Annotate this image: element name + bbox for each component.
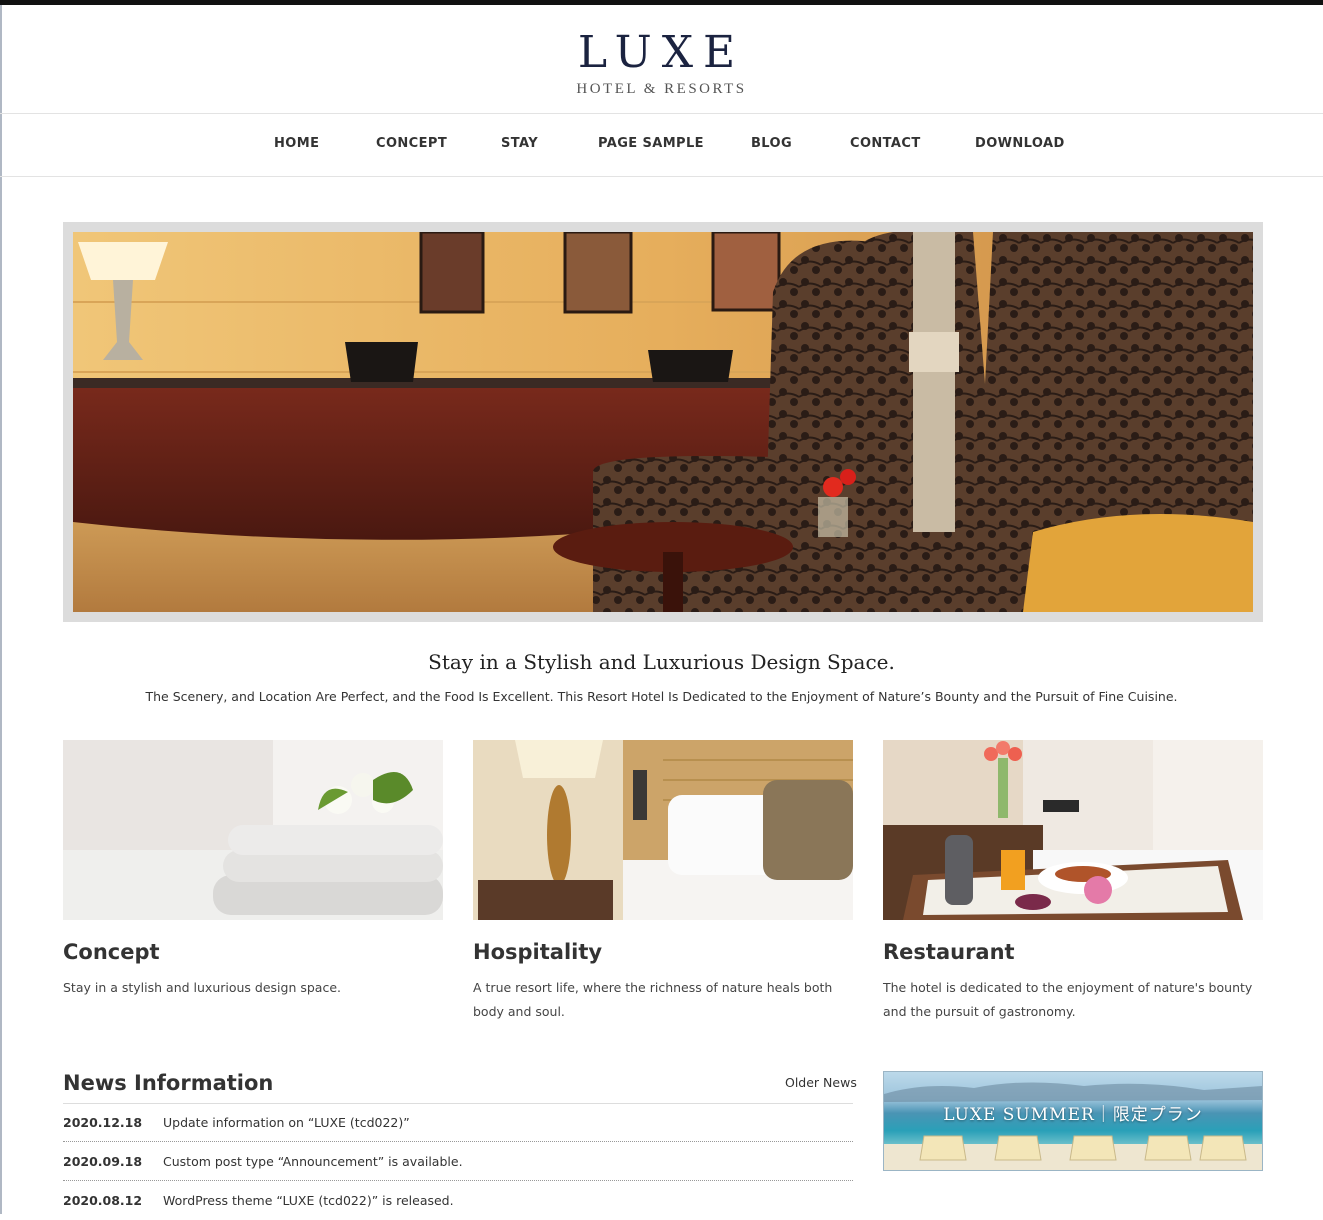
logo-main-text[interactable]: LUXE xyxy=(0,29,1323,77)
logo-sub-text[interactable]: HOTEL & RESORTS xyxy=(0,81,1323,98)
nav-page-sample[interactable]: PAGE SAMPLE xyxy=(598,136,704,151)
window-edge xyxy=(0,5,2,1214)
nav-contact[interactable]: CONTACT xyxy=(850,136,921,151)
news-row[interactable]: 2020.09.18 Custom post type “Announcemen… xyxy=(63,1142,853,1181)
nav-concept[interactable]: CONCEPT xyxy=(376,136,447,151)
card-text: Stay in a stylish and luxurious design s… xyxy=(63,980,341,995)
card-text: The hotel is dedicated to the enjoyment … xyxy=(883,980,1253,1019)
banner-text[interactable]: LUXE SUMMER｜限定プラン xyxy=(884,1100,1262,1125)
nav-blog[interactable]: BLOG xyxy=(751,136,792,151)
news-date: 2020.08.12 xyxy=(63,1193,143,1208)
main-nav: HOME CONCEPT STAY PAGE SAMPLE BLOG CONTA… xyxy=(0,114,1323,177)
card-hospitality[interactable]: Hospitality A true resort life, where th… xyxy=(473,740,853,1019)
nav-download[interactable]: DOWNLOAD xyxy=(975,136,1065,151)
news-date: 2020.09.18 xyxy=(63,1154,143,1169)
card-title[interactable]: Concept xyxy=(63,940,160,964)
site-logo[interactable]: LUXE HOTEL & RESORTS xyxy=(0,29,1323,98)
restaurant-image[interactable] xyxy=(883,740,1263,920)
hero-frame xyxy=(63,222,1263,622)
intro-title: Stay in a Stylish and Luxurious Design S… xyxy=(428,650,895,674)
card-text: A true resort life, where the richness o… xyxy=(473,980,833,1019)
news-link[interactable]: WordPress theme “LUXE (tcd022)” is relea… xyxy=(163,1193,454,1208)
site-header: LUXE HOTEL & RESORTS xyxy=(0,5,1323,114)
hospitality-image[interactable] xyxy=(473,740,853,920)
summer-plan-banner[interactable]: LUXE SUMMER｜限定プラン xyxy=(883,1071,1263,1171)
older-news-link[interactable]: Older News xyxy=(785,1075,857,1090)
intro-text: The Scenery, and Location Are Perfect, a… xyxy=(145,689,1178,704)
hero-image xyxy=(73,232,1253,612)
card-concept[interactable]: Concept Stay in a stylish and luxurious … xyxy=(63,740,443,995)
news-title: News Information xyxy=(63,1071,274,1095)
news-row[interactable]: 2020.08.12 WordPress theme “LUXE (tcd022… xyxy=(63,1181,853,1220)
hero-illustration xyxy=(73,232,1253,612)
nav-home[interactable]: HOME xyxy=(274,136,319,151)
news-date: 2020.12.18 xyxy=(63,1115,143,1130)
card-title[interactable]: Restaurant xyxy=(883,940,1015,964)
news-row[interactable]: 2020.12.18 Update information on “LUXE (… xyxy=(63,1103,853,1142)
news-link[interactable]: Update information on “LUXE (tcd022)” xyxy=(163,1115,410,1130)
nav-stay[interactable]: STAY xyxy=(501,136,538,151)
card-restaurant[interactable]: Restaurant The hotel is dedicated to the… xyxy=(883,740,1263,1019)
towels-illustration xyxy=(63,740,443,920)
bedroom-illustration xyxy=(473,740,853,920)
card-title[interactable]: Hospitality xyxy=(473,940,602,964)
concept-image[interactable] xyxy=(63,740,443,920)
news-link[interactable]: Custom post type “Announcement” is avail… xyxy=(163,1154,463,1169)
breakfast-tray-illustration xyxy=(883,740,1263,920)
